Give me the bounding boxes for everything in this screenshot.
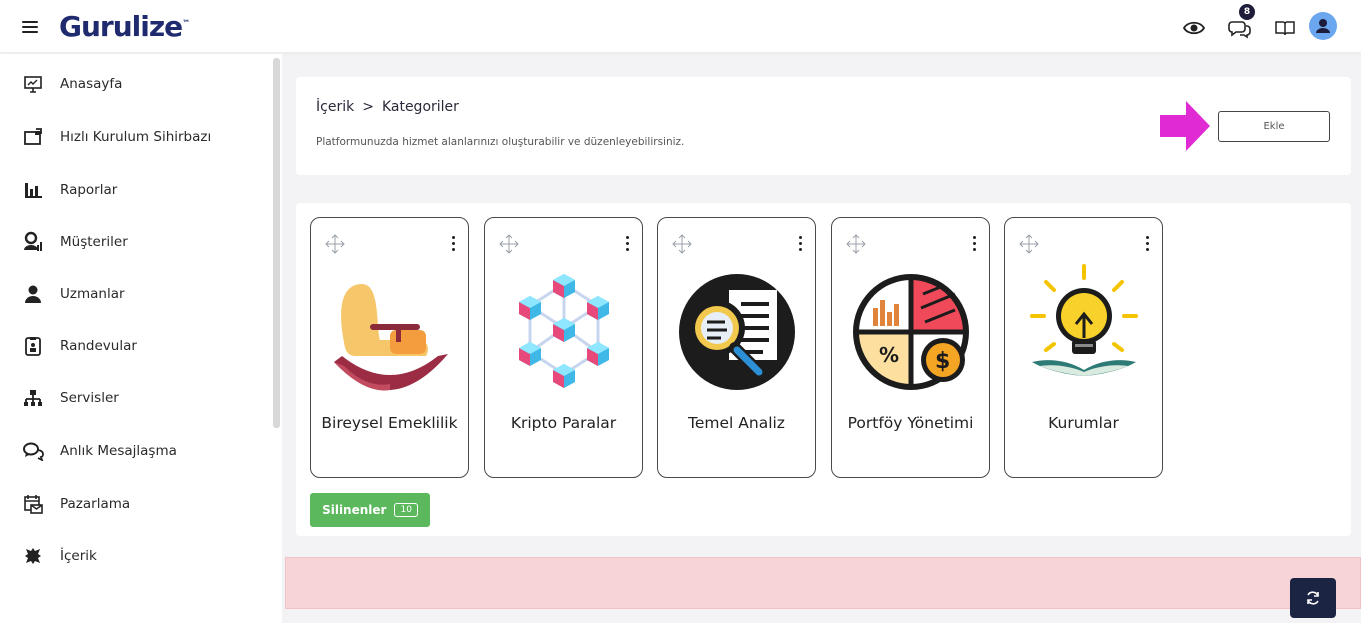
- customers-icon: [22, 231, 44, 253]
- drag-handle-icon[interactable]: [325, 234, 345, 254]
- svg-text:$: $: [935, 349, 950, 374]
- top-bar: Gurulize™ 8: [0, 0, 1361, 53]
- rocking-chair-icon: [334, 284, 448, 391]
- category-grid: Bireysel Emeklilik Kripto Paralar Temel …: [296, 203, 1351, 536]
- content-icon: [22, 545, 44, 567]
- category-card[interactable]: Kripto Paralar: [484, 217, 643, 478]
- breadcrumb-current: Kategoriler: [381, 99, 459, 115]
- page-description: Platformunuzda hizmet alanlarınızı oluşt…: [316, 136, 685, 148]
- sidebar-item-raporlar[interactable]: Raporlar: [22, 178, 262, 202]
- breadcrumb-root[interactable]: İçerik: [316, 99, 354, 115]
- category-card[interactable]: Kurumlar: [1004, 217, 1163, 478]
- sidebar-item-wizard[interactable]: Hızlı Kurulum Sihirbazı: [22, 125, 262, 149]
- sidebar: Anasayfa Hızlı Kurulum Sihirbazı Raporla…: [0, 54, 282, 623]
- eye-icon[interactable]: [1182, 16, 1206, 40]
- services-icon: [22, 387, 44, 409]
- drag-handle-icon[interactable]: [672, 234, 692, 254]
- category-name: Temel Analiz: [688, 414, 785, 432]
- chat-badge: 8: [1239, 4, 1255, 20]
- more-options-icon[interactable]: [1144, 236, 1150, 254]
- category-name: Bireysel Emeklilik: [321, 414, 458, 432]
- marketing-icon: [22, 493, 44, 515]
- more-options-icon[interactable]: [797, 236, 803, 254]
- experts-icon: [22, 283, 44, 305]
- add-button[interactable]: Ekle: [1218, 111, 1330, 142]
- magnifier-document-icon: [679, 274, 795, 390]
- appointments-icon: [22, 335, 44, 357]
- more-options-icon[interactable]: [971, 236, 977, 254]
- alert-banner: [285, 557, 1361, 609]
- category-card[interactable]: Bireysel Emeklilik: [310, 217, 469, 478]
- logo[interactable]: Gurulize™: [59, 10, 190, 43]
- category-card[interactable]: Temel Analiz: [657, 217, 816, 478]
- more-options-icon[interactable]: [624, 236, 630, 254]
- category-card[interactable]: % $ Portföy Yönetimi: [831, 217, 990, 478]
- arrow-right-icon: [1160, 101, 1210, 151]
- more-options-icon[interactable]: [450, 236, 456, 254]
- deleted-items-button[interactable]: Silinenler 10: [310, 493, 430, 527]
- book-icon[interactable]: [1273, 16, 1297, 40]
- drag-handle-icon[interactable]: [1019, 234, 1039, 254]
- sidebar-item-anasayfa[interactable]: Anasayfa: [22, 72, 262, 96]
- messaging-icon: [22, 440, 44, 462]
- sidebar-item-mesajlasma[interactable]: Anlık Mesajlaşma: [22, 439, 262, 463]
- breadcrumb: İçerik > Kategoriler: [316, 99, 459, 115]
- drag-handle-icon[interactable]: [499, 234, 519, 254]
- wizard-icon: [22, 126, 44, 148]
- menu-icon[interactable]: [22, 21, 38, 33]
- category-name: Kurumlar: [1048, 414, 1119, 432]
- breadcrumb-separator: >: [362, 99, 374, 115]
- category-name: Kripto Paralar: [510, 414, 617, 432]
- deleted-label: Silinenler: [322, 503, 387, 517]
- user-avatar[interactable]: [1309, 12, 1337, 40]
- dashboard-icon: [22, 73, 44, 95]
- refresh-icon: [1307, 591, 1319, 605]
- sidebar-scrollbar[interactable]: [273, 58, 280, 428]
- lightbulb-book-icon: [1030, 264, 1138, 376]
- category-name: Portföy Yönetimi: [847, 414, 974, 432]
- sidebar-item-servisler[interactable]: Servisler: [22, 386, 262, 410]
- drag-handle-icon[interactable]: [846, 234, 866, 254]
- chart-icon: [22, 179, 44, 201]
- svg-text:%: %: [879, 343, 899, 367]
- sidebar-item-musteriler[interactable]: Müşteriler: [22, 230, 262, 254]
- deleted-count-badge: 10: [394, 503, 418, 517]
- crypto-network-icon: [519, 274, 609, 388]
- portfolio-pie-icon: % $: [853, 274, 969, 390]
- sidebar-item-icerik[interactable]: İçerik: [22, 544, 262, 568]
- sidebar-item-pazarlama[interactable]: Pazarlama: [22, 492, 262, 516]
- sidebar-item-randevular[interactable]: Randevular: [22, 334, 262, 358]
- refresh-button[interactable]: [1290, 578, 1336, 618]
- sidebar-item-uzmanlar[interactable]: Uzmanlar: [22, 282, 262, 306]
